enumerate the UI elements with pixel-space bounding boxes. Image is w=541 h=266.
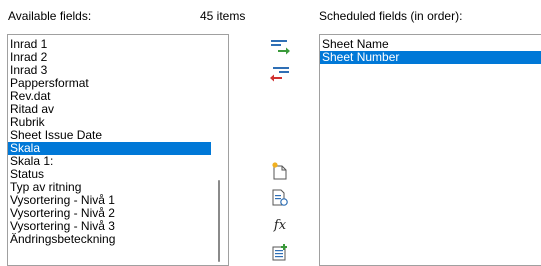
list-item[interactable]: Status: [8, 168, 228, 181]
list-item-selected[interactable]: Sheet Number: [320, 51, 541, 64]
remove-parameter-button[interactable]: [268, 63, 292, 85]
new-parameter-button[interactable]: [268, 160, 292, 182]
list-item[interactable]: Skala 1:: [8, 155, 228, 168]
function-icon: fx: [273, 217, 287, 233]
list-item-selected[interactable]: Skala: [8, 142, 228, 155]
list-item[interactable]: Vysortering - Nivå 1: [8, 194, 228, 207]
add-arrow-icon: [271, 40, 290, 55]
list-item[interactable]: Typ av ritning: [8, 181, 228, 194]
available-fields-list[interactable]: Inrad 1 Inrad 2 Inrad 3 Pappersformat Re…: [7, 34, 229, 266]
vertical-scrollbar[interactable]: [211, 35, 228, 265]
list-item[interactable]: Rubrik: [8, 116, 228, 129]
combine-parameters-icon: [272, 189, 288, 206]
edit-parameter-button[interactable]: [268, 241, 292, 263]
combine-parameters-button[interactable]: [268, 187, 292, 209]
calculated-value-button[interactable]: fx: [268, 214, 292, 236]
list-item[interactable]: Sheet Name: [320, 38, 541, 51]
list-item[interactable]: Inrad 3: [8, 64, 228, 77]
available-fields-label: Available fields:: [8, 9, 92, 23]
list-item[interactable]: Vysortering - Nivå 2: [8, 207, 228, 220]
scheduled-fields-label: Scheduled fields (in order):: [319, 9, 463, 23]
scrollbar-thumb[interactable]: [218, 180, 220, 262]
list-item[interactable]: Vysortering - Nivå 3: [8, 220, 228, 233]
scheduled-fields-list[interactable]: Sheet Name Sheet Number: [319, 34, 541, 266]
list-item[interactable]: Inrad 1: [8, 38, 228, 51]
available-fields-count: 45 items: [200, 9, 246, 23]
new-document-icon: [272, 162, 287, 180]
list-item[interactable]: Ändringsbeteckning: [8, 233, 228, 246]
list-item[interactable]: Inrad 2: [8, 51, 228, 64]
add-parameter-button[interactable]: [268, 36, 292, 58]
list-item[interactable]: Ritad av: [8, 103, 228, 116]
list-item[interactable]: Rev.dat: [8, 90, 228, 103]
remove-arrow-icon: [270, 67, 289, 82]
list-item[interactable]: Pappersformat: [8, 77, 228, 90]
table-add-icon: [272, 244, 287, 261]
list-item[interactable]: Sheet Issue Date: [8, 129, 228, 142]
